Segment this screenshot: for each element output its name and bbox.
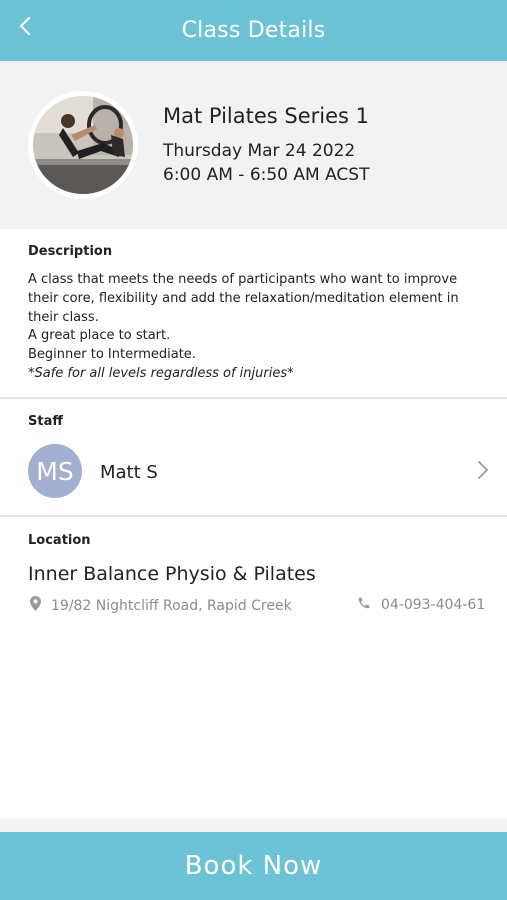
address-text: 19/82 Nightcliff Road, Rapid Creek [51, 597, 292, 614]
description-label: Description [28, 244, 113, 259]
description-text: A class that meets the needs of particip… [28, 271, 483, 384]
location-phone[interactable]: 04-093-404-61 [357, 596, 485, 614]
staff-label: Staff [28, 414, 63, 429]
chevron-left-icon [18, 15, 32, 41]
location-address[interactable]: 19/82 Nightcliff Road, Rapid Creek [30, 596, 292, 615]
page-title: Class Details [181, 18, 326, 43]
description-line: A great place to start. [28, 328, 171, 344]
header-bar: Class Details [0, 0, 507, 61]
staff-row[interactable]: MS Matt S [0, 440, 507, 504]
class-name: Mat Pilates Series 1 [163, 104, 370, 128]
chevron-right-icon [476, 460, 490, 480]
map-pin-icon [30, 596, 51, 615]
class-date: Thursday Mar 24 2022 [163, 141, 356, 161]
divider [0, 397, 507, 399]
description-line: Beginner to Intermediate. [28, 347, 196, 363]
description-line: A class that meets the needs of particip… [28, 272, 458, 287]
description-line: their class. [28, 309, 99, 325]
avatar: MS [28, 444, 82, 498]
phone-text: 04-093-404-61 [381, 597, 486, 613]
class-time: 6:00 AM - 6:50 AM ACST [163, 165, 370, 185]
staff-name: Matt S [100, 462, 158, 483]
location-name: Inner Balance Physio & Pilates [28, 563, 316, 585]
description-line: *Safe for all levels regardless of injur… [28, 365, 294, 381]
book-now-button[interactable]: Book Now [0, 832, 507, 900]
divider [0, 515, 507, 517]
class-details-screen: Class Details Mat Pilates Series 1 Thurs… [0, 0, 507, 900]
footer-gap [0, 818, 507, 832]
location-label: Location [28, 533, 91, 548]
phone-icon [357, 596, 381, 614]
back-button[interactable] [8, 10, 42, 46]
description-line: their core, flexibility and add the rela… [28, 290, 459, 306]
class-photo [28, 91, 138, 199]
class-summary: Mat Pilates Series 1 Thursday Mar 24 202… [0, 61, 507, 229]
